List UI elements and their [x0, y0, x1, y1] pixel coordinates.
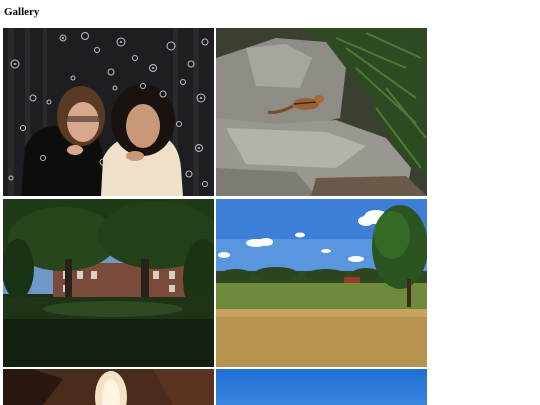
gallery-photo-1[interactable] — [3, 28, 214, 196]
field-tree-image — [216, 199, 427, 367]
cave-opening-image — [3, 369, 214, 405]
trees-building-image — [3, 199, 214, 367]
gallery-photo-3[interactable] — [3, 199, 214, 367]
gallery-photo-5[interactable] — [3, 369, 214, 405]
gallery-heading: Gallery — [4, 6, 40, 18]
chipmunk-rocks-image — [216, 28, 427, 196]
blue-sky-image — [216, 369, 427, 405]
bubbles-portrait-image — [3, 28, 214, 196]
gallery-photo-2[interactable] — [216, 28, 427, 196]
gallery-photo-4[interactable] — [216, 199, 427, 367]
gallery-photo-6[interactable] — [216, 369, 427, 405]
